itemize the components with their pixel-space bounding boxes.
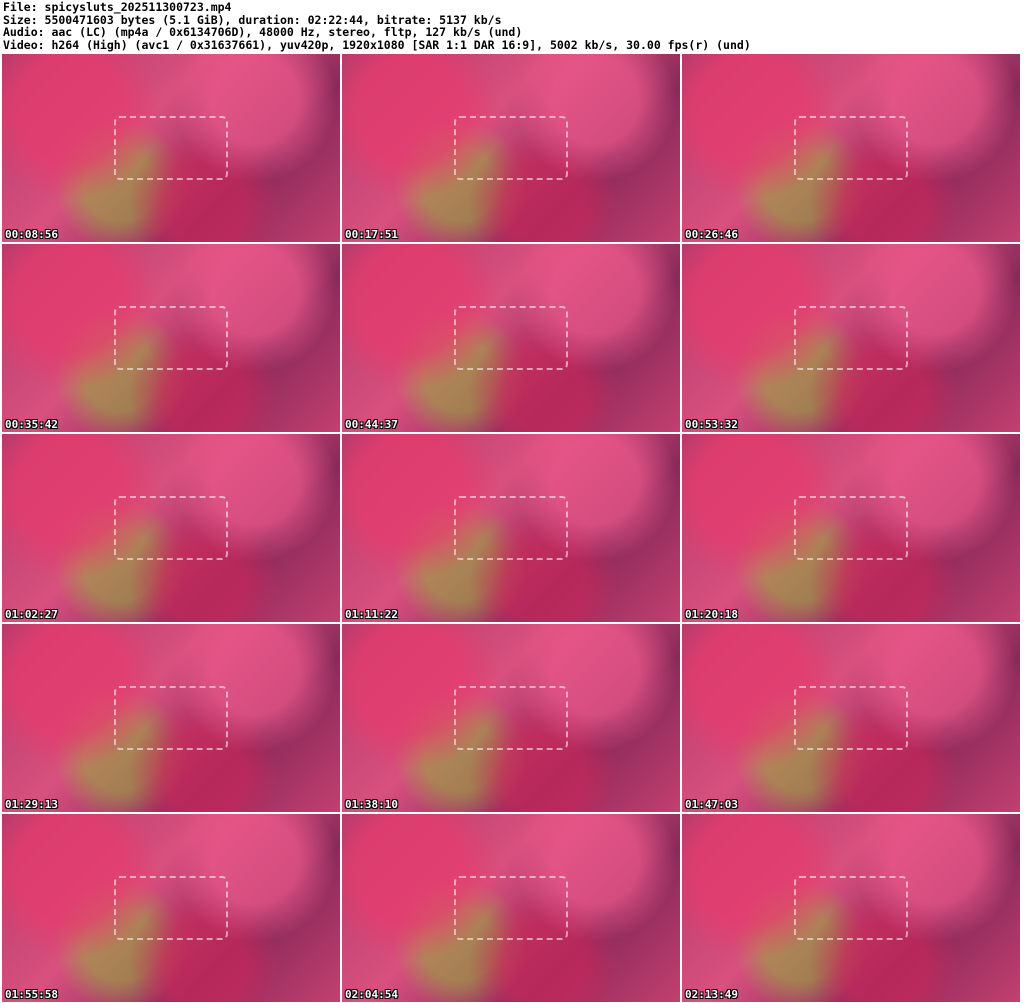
video-thumbnail: 01:47:03 <box>682 624 1020 812</box>
video-thumbnail: 02:13:49 <box>682 814 1020 1002</box>
video-thumbnail: 02:04:54 <box>342 814 680 1002</box>
video-thumbnail: 01:11:22 <box>342 434 680 622</box>
video-thumbnail: 01:55:58 <box>2 814 340 1002</box>
image-placeholder <box>114 686 228 750</box>
image-placeholder <box>794 116 908 180</box>
timestamp-label: 01:29:13 <box>5 798 58 811</box>
timestamp-label: 00:26:46 <box>685 228 738 241</box>
thumbnail-grid: 00:08:56 00:17:51 00:26:46 00:35:42 00:44:37… <box>2 54 1020 1002</box>
image-placeholder <box>794 876 908 940</box>
video-thumbnail: 01:20:18 <box>682 434 1020 622</box>
image-placeholder <box>794 686 908 750</box>
image-placeholder <box>454 686 568 750</box>
image-placeholder <box>114 496 228 560</box>
image-placeholder <box>794 496 908 560</box>
image-placeholder <box>454 306 568 370</box>
timestamp-label: 01:38:10 <box>345 798 398 811</box>
video-thumbnail: 00:44:37 <box>342 244 680 432</box>
video-info: Video: h264 (High) (avc1 / 0x31637661), … <box>3 37 751 52</box>
video-thumbnail: 01:29:13 <box>2 624 340 812</box>
video-thumbnail: 00:08:56 <box>2 54 340 242</box>
timestamp-label: 00:35:42 <box>5 418 58 431</box>
timestamp-label: 00:08:56 <box>5 228 58 241</box>
timestamp-label: 01:11:22 <box>345 608 398 621</box>
video-thumbnail: 00:26:46 <box>682 54 1020 242</box>
video-thumbnail: 01:02:27 <box>2 434 340 622</box>
timestamp-label: 02:13:49 <box>685 988 738 1001</box>
timestamp-label: 01:47:03 <box>685 798 738 811</box>
timestamp-label: 01:20:18 <box>685 608 738 621</box>
timestamp-label: 00:44:37 <box>345 418 398 431</box>
file-info-header: File: spicysluts_202511300723.mp4 Size: 5… <box>3 1 751 51</box>
timestamp-label: 01:02:27 <box>5 608 58 621</box>
image-placeholder <box>114 876 228 940</box>
file-name: File: spicysluts_202511300723.mp4 <box>3 0 232 14</box>
timestamp-label: 01:55:58 <box>5 988 58 1001</box>
timestamp-label: 00:53:32 <box>685 418 738 431</box>
timestamp-label: 02:04:54 <box>345 988 398 1001</box>
image-placeholder <box>454 116 568 180</box>
image-placeholder <box>454 876 568 940</box>
video-thumbnail: 01:38:10 <box>342 624 680 812</box>
audio-info: Audio: aac (LC) (mp4a / 0x6134706D), 480… <box>3 25 523 40</box>
image-placeholder <box>114 306 228 370</box>
image-placeholder <box>114 116 228 180</box>
timestamp-label: 00:17:51 <box>345 228 398 241</box>
video-thumbnail: 00:35:42 <box>2 244 340 432</box>
video-thumbnail: 00:17:51 <box>342 54 680 242</box>
image-placeholder <box>794 306 908 370</box>
video-thumbnail: 00:53:32 <box>682 244 1020 432</box>
image-placeholder <box>454 496 568 560</box>
